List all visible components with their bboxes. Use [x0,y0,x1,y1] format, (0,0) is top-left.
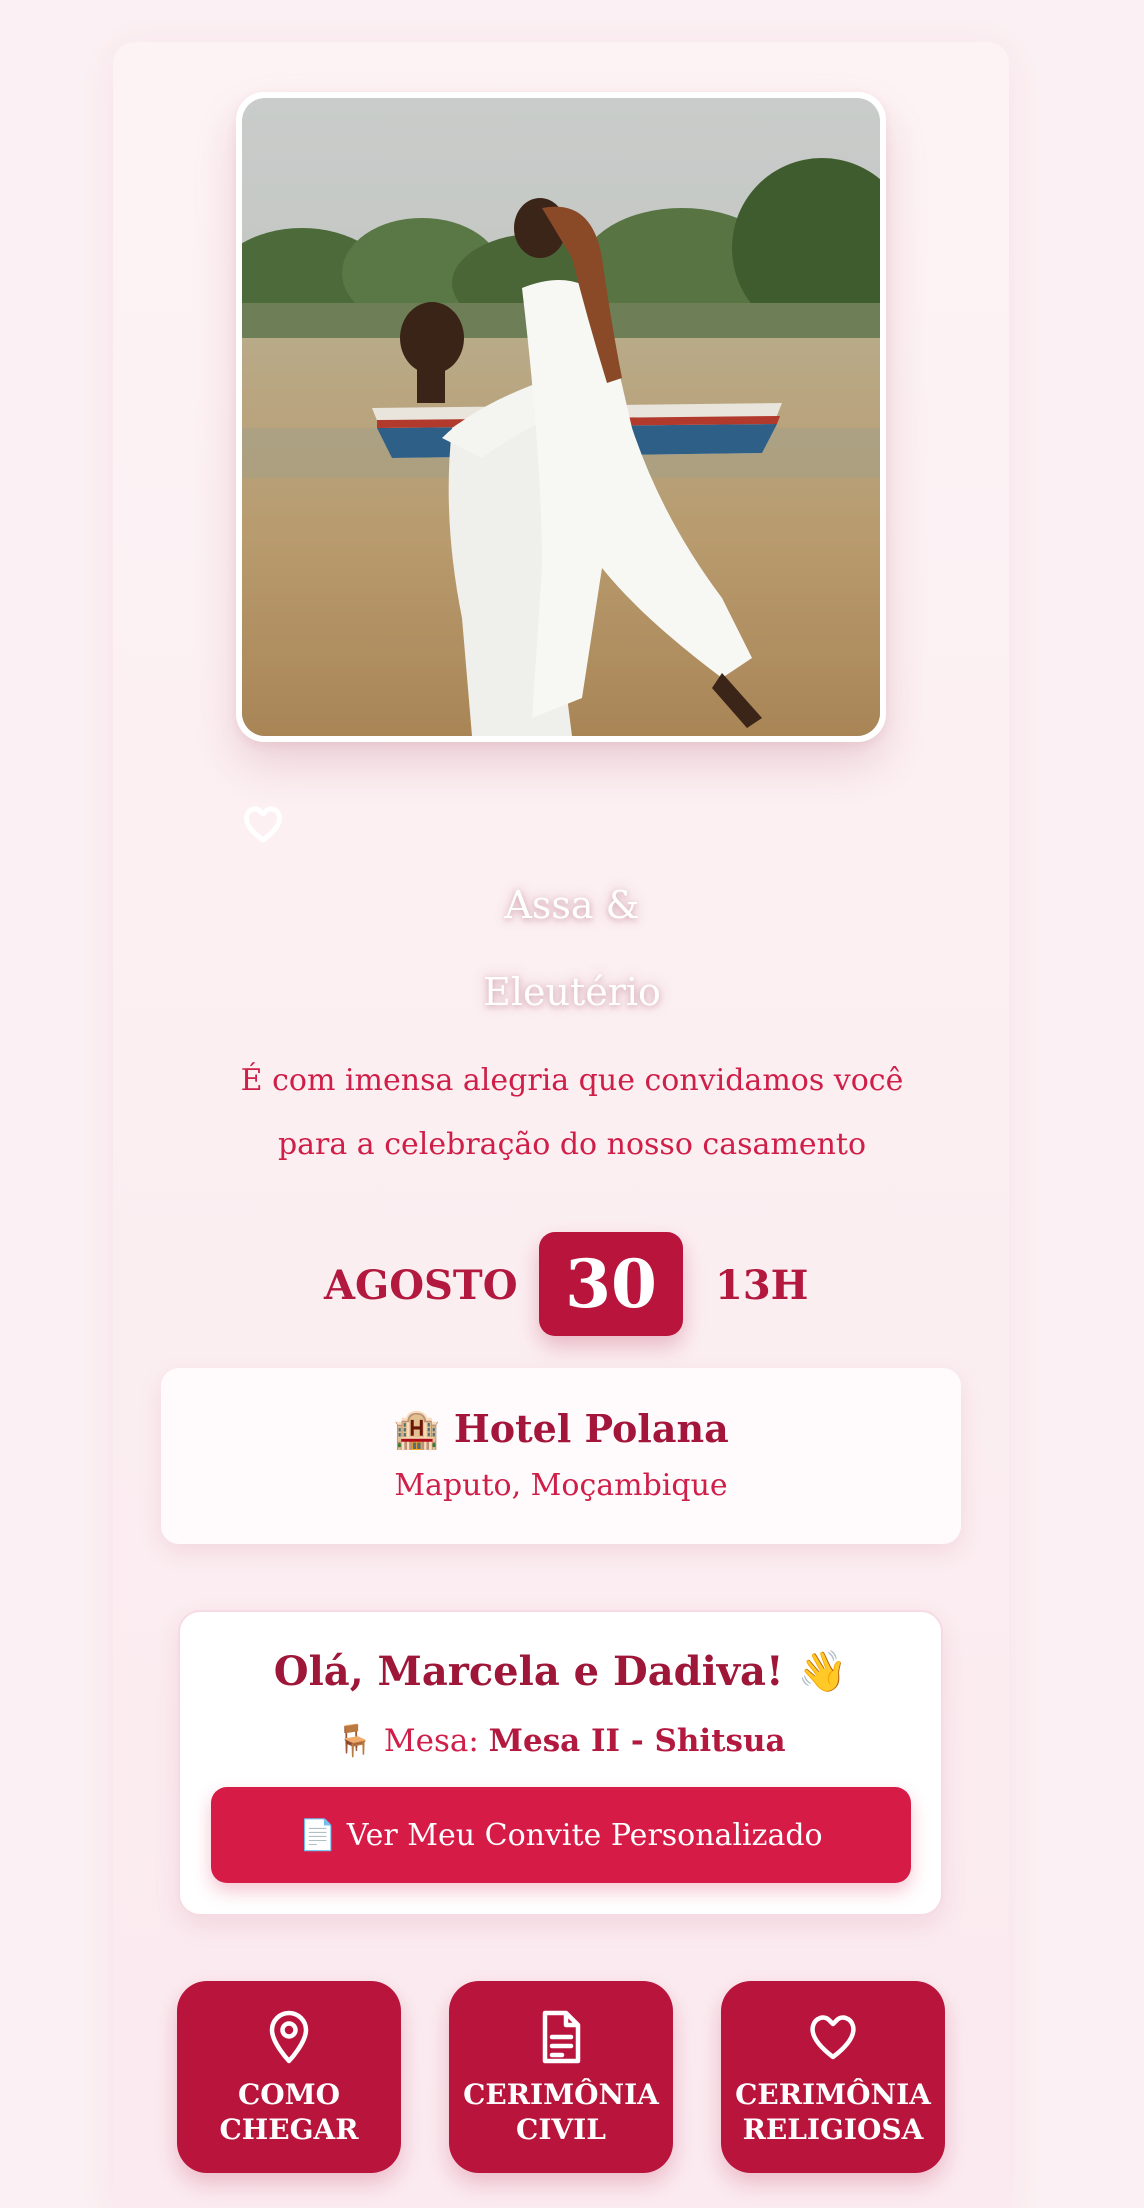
event-date: AGOSTO 30 13H [0,1232,1144,1336]
venue-name: 🏨 Hotel Polana [161,1406,961,1452]
directions-button-label: COMO CHEGAR [219,2078,359,2146]
couple-name-line1: Assa & [504,883,640,927]
heart-icon [810,2015,856,2060]
heart-icon [244,806,282,843]
invitation-message-line1: É com imensa alegria que convidamos você [240,1063,904,1098]
view-invite-button-label: Ver Meu Convite Personalizado [346,1817,823,1853]
civil-ceremony-button-label: CERIMÔNIA CIVIL [463,2078,659,2146]
religious-ceremony-button[interactable]: CERIMÔNIA RELIGIOSA [721,1981,945,2173]
couple-photo-frame [236,92,886,742]
table-value: Mesa II - Shitsua [488,1723,786,1759]
couple-name-line2: Eleutério [483,970,661,1014]
document-icon [542,2010,581,2064]
civil-ceremony-button[interactable]: CERIMÔNIA CIVIL [449,1981,673,2173]
document-icon: 📄 [299,1817,337,1853]
venue-name-text: Hotel Polana [453,1406,729,1451]
event-time: 13H [715,1262,809,1309]
couple-photo [242,98,880,736]
hotel-icon: 🏨 [393,1406,441,1451]
event-day: 30 [539,1232,683,1336]
invitation-message: É com imensa alegria que convidamos você… [0,1049,1144,1177]
chair-icon: 🪑 [335,1723,375,1759]
table-label: Mesa: [383,1723,479,1759]
directions-button[interactable]: COMO CHEGAR [177,1981,401,2173]
venue-city: Maputo, Moçambique [394,1468,728,1503]
guest-greeting: Olá, Marcela e Dadiva! 👋 [273,1648,848,1695]
view-invite-button[interactable]: 📄 Ver Meu Convite Personalizado [211,1787,911,1883]
map-pin-icon [269,2010,309,2064]
event-month: AGOSTO [324,1262,518,1309]
guest-card: Olá, Marcela e Dadiva! 👋 🪑 Mesa: Mesa II… [178,1610,943,1916]
religious-ceremony-button-label: CERIMÔNIA RELIGIOSA [735,2078,931,2146]
guest-table: 🪑 Mesa: Mesa II - Shitsua [180,1722,941,1759]
venue-card: 🏨 Hotel Polana Maputo, Moçambique [161,1368,961,1544]
invitation-message-line2: para a celebração do nosso casamento [277,1127,867,1162]
